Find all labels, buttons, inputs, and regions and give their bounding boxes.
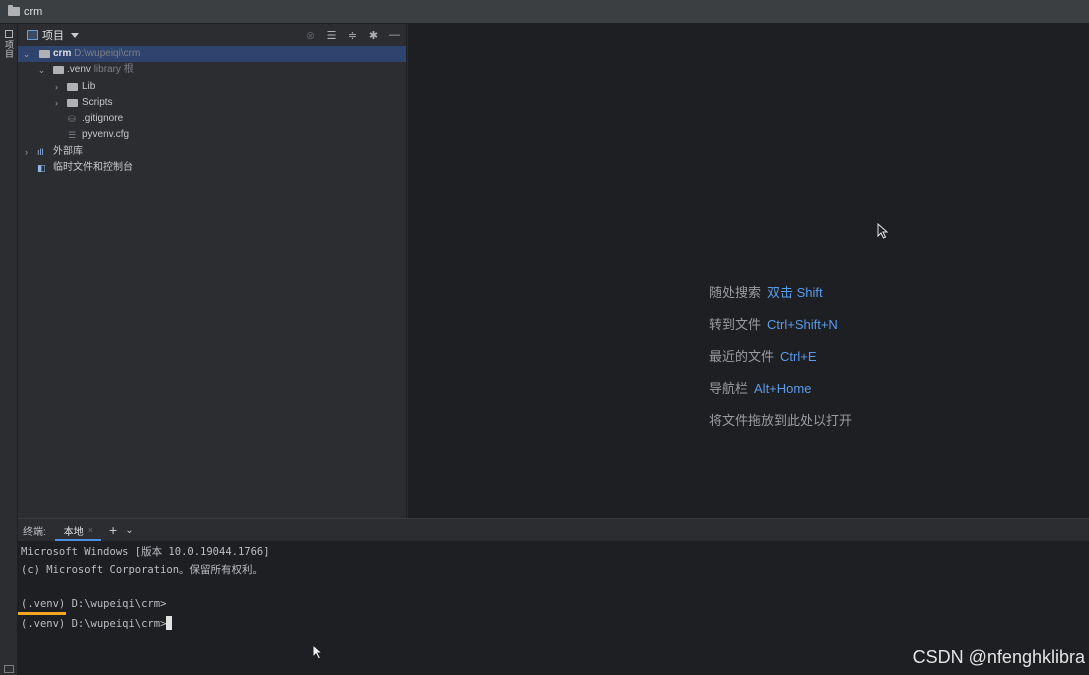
- hint-navigation-bar: 导航栏 Alt+Home: [709, 378, 811, 397]
- tree-item-hint: library 根: [93, 64, 134, 76]
- project-toolbar: ⊗ ☰ ≑ ✱ —: [303, 28, 402, 42]
- terminal-line: (.venv) D:\wupeiqi\crm>: [21, 618, 167, 630]
- tree-item-label: .venv: [67, 64, 91, 76]
- terminal-tab-label: 本地: [63, 526, 84, 538]
- bottom-strip-icon[interactable]: [4, 665, 14, 673]
- folder-icon: [8, 5, 20, 16]
- tree-item-path: D:\wupeiqi\crm: [74, 48, 141, 59]
- hint-shortcut: 双击 Shift: [767, 285, 823, 300]
- hint-label: 将文件拖放到此处以打开: [709, 413, 853, 428]
- terminal-tab-local[interactable]: 本地 ×: [54, 519, 102, 541]
- chevron-right-icon[interactable]: ›: [22, 144, 31, 160]
- tree-item-external-libraries[interactable]: › ıll 外部库: [18, 144, 406, 160]
- chevron-down-icon[interactable]: [71, 32, 79, 38]
- git-file-icon: ⛁: [68, 114, 76, 125]
- chevron-down-icon[interactable]: ⌄: [22, 46, 31, 62]
- mouse-cursor-icon: [312, 644, 324, 660]
- terminal-line: Microsoft Windows [版本 10.0.19044.1766]: [21, 546, 270, 558]
- tree-item-venv[interactable]: ⌄ .venv library 根: [18, 62, 406, 78]
- project-tool-window-tab[interactable]: 项目: [3, 30, 15, 64]
- scratches-icon: ◧: [37, 163, 46, 174]
- text-caret: [166, 616, 173, 630]
- terminal-panel: 终端: 本地 × + ⌄ Microsoft Windows [版本 10.0.…: [18, 518, 1089, 675]
- project-view-icon: [27, 30, 38, 40]
- terminal-prompt-line: (.venv) D:\wupeiqi\crm>: [21, 616, 173, 630]
- tree-item-pyvenv-cfg[interactable]: ☰ pyvenv.cfg: [18, 127, 406, 143]
- tree-item-label: .gitignore: [82, 113, 124, 125]
- library-icon: ıll: [37, 146, 44, 157]
- chevron-down-icon[interactable]: ⌄: [125, 525, 133, 536]
- gear-icon[interactable]: ✱: [366, 28, 381, 42]
- highlight-underline: [18, 612, 66, 615]
- hint-search-everywhere: 随处搜索 双击 Shift: [709, 282, 823, 301]
- tree-item-gitignore[interactable]: ⛁ .gitignore: [18, 111, 406, 127]
- left-tool-strip: 项目: [0, 24, 18, 675]
- terminal-label: 终端:: [23, 526, 46, 538]
- editor-area[interactable]: 随处搜索 双击 Shift 转到文件 Ctrl+Shift+N 最近的文件 Ctrl+…: [408, 24, 1089, 518]
- hint-label: 导航栏: [709, 381, 749, 396]
- terminal-line: (.venv) D:\wupeiqi\crm>: [21, 598, 167, 610]
- tree-item-label: 临时文件和控制台: [53, 162, 133, 174]
- chevron-right-icon[interactable]: ›: [52, 79, 61, 95]
- project-tree: ⌄ crm D:\wupeiqi\crm ⌄ .venv library 根 ›…: [18, 46, 406, 176]
- title-bar: crm: [0, 0, 1089, 24]
- folder-icon: [53, 66, 64, 75]
- folder-icon: [39, 50, 50, 58]
- close-icon[interactable]: ×: [88, 525, 93, 535]
- hint-shortcut: Ctrl+Shift+N: [767, 317, 838, 332]
- watermark: CSDN @nfenghklibra: [912, 647, 1085, 667]
- tree-item-scratches[interactable]: ◧ 临时文件和控制台: [18, 160, 406, 176]
- hint-label: 最近的文件: [709, 349, 775, 364]
- tree-item-label: 外部库: [53, 145, 83, 157]
- hint-label: 随处搜索: [709, 285, 762, 300]
- expand-all-icon[interactable]: ☰: [324, 28, 339, 42]
- window-title: crm: [24, 5, 43, 18]
- locate-icon[interactable]: ⊗: [303, 28, 318, 42]
- project-view-label[interactable]: 项目: [42, 27, 64, 43]
- hint-label: 转到文件: [709, 317, 762, 332]
- new-terminal-icon[interactable]: +: [109, 522, 117, 538]
- hint-shortcut: Ctrl+E: [780, 349, 817, 364]
- mouse-cursor-icon: [877, 223, 889, 239]
- tree-item-label: Scripts: [82, 96, 113, 108]
- terminal-line: (c) Microsoft Corporation。保留所有权利。: [21, 564, 264, 576]
- terminal-header: 终端: 本地 × + ⌄: [18, 519, 1089, 541]
- tree-item-crm[interactable]: ⌄ crm D:\wupeiqi\crm: [18, 46, 406, 63]
- hint-drop-files: 将文件拖放到此处以打开: [709, 410, 852, 429]
- hint-goto-file: 转到文件 Ctrl+Shift+N: [709, 314, 838, 333]
- tree-item-label: Lib: [82, 80, 96, 92]
- tree-item-scripts[interactable]: › Scripts: [18, 95, 406, 111]
- hint-recent-files: 最近的文件 Ctrl+E: [709, 346, 817, 365]
- project-panel: 项目 ⊗ ☰ ≑ ✱ — ⌄ crm D:\wupeiqi\crm ⌄ .ven…: [18, 24, 407, 518]
- chevron-right-icon[interactable]: ›: [52, 95, 61, 111]
- folder-icon: [67, 82, 78, 91]
- chevron-down-icon[interactable]: ⌄: [37, 62, 46, 78]
- project-panel-header: 项目 ⊗ ☰ ≑ ✱ —: [18, 24, 406, 46]
- tree-item-lib[interactable]: › Lib: [18, 79, 406, 95]
- collapse-all-icon[interactable]: ≑: [345, 28, 360, 42]
- minimize-icon[interactable]: —: [387, 28, 402, 42]
- tree-item-label: pyvenv.cfg: [82, 129, 130, 141]
- project-tab-label: 项目: [4, 40, 14, 58]
- project-tab-icon: [5, 30, 13, 38]
- folder-icon: [67, 98, 78, 107]
- hint-shortcut: Alt+Home: [754, 381, 812, 396]
- tree-item-label: crm: [53, 48, 72, 59]
- config-file-icon: ☰: [68, 130, 77, 141]
